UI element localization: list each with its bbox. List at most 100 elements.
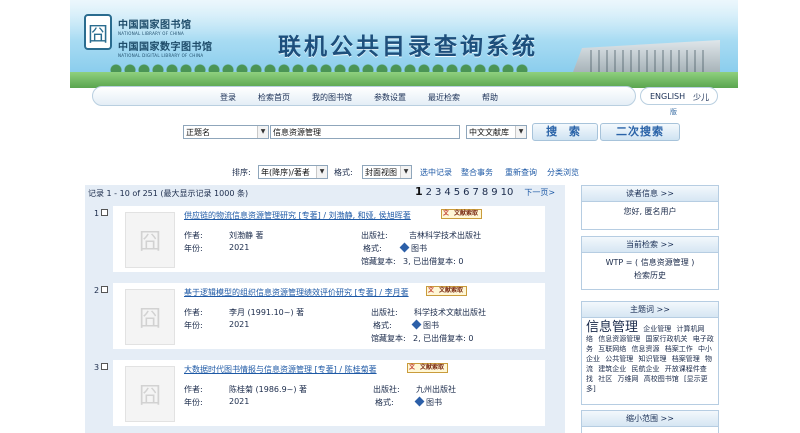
subject-term[interactable]: 公共管理 — [605, 355, 633, 363]
year-label: 年份: — [184, 398, 203, 407]
subject-term[interactable]: 万维网 — [617, 375, 638, 383]
search-field-value: 正题名 — [186, 128, 210, 137]
author-label: 作者: — [184, 231, 203, 240]
year-value: 2021 — [229, 397, 250, 406]
subject-term[interactable]: 信息管理 — [586, 320, 638, 335]
nav-my-library[interactable]: 我的图书馆 — [312, 92, 352, 103]
chevron-down-icon: ▼ — [257, 126, 268, 138]
author-label: 作者: — [184, 385, 203, 394]
current-query-text: WTP = ( 信息资源管理 ) — [605, 258, 695, 267]
subject-term[interactable]: 社区 — [598, 375, 612, 383]
nav-search-home[interactable]: 检索首页 — [258, 92, 290, 103]
lang-children-link-tail[interactable]: 版 — [670, 107, 677, 117]
sort-label: 排序: — [232, 168, 251, 177]
year-value: 2021 — [229, 243, 250, 252]
results-panel: 记录 1 - 10 of 251 (最大显示记录 1000 条) 1 2 3 4… — [85, 185, 565, 433]
record-index: 3 — [94, 363, 100, 372]
format-value: 图书 — [423, 321, 439, 330]
record-card: 囧 供应链的物流信息资源管理研究 [专著] / 刘渤静, 和娅, 侯旭晖著 文献… — [113, 206, 545, 272]
record-checkbox[interactable] — [101, 209, 108, 216]
subject-terms-title[interactable]: 主题词 >> — [582, 302, 718, 318]
record-title-link[interactable]: 供应链的物流信息资源管理研究 [专著] / 刘渤静, 和娅, 侯旭晖著 — [184, 210, 411, 221]
logo-line-1: 中国国家图书馆 — [118, 20, 192, 31]
publisher-label: 出版社: — [371, 308, 398, 317]
record-checkbox[interactable] — [101, 286, 108, 293]
cover-placeholder-icon: 囧 — [125, 212, 175, 268]
subject-term[interactable]: 高校图书馆 — [644, 375, 679, 383]
fulltext-request-button[interactable]: 文献索取 — [407, 363, 449, 373]
language-switcher: ENGLISH 少儿 — [640, 87, 718, 105]
lang-english-link[interactable]: ENGLISH — [650, 92, 685, 101]
format-select[interactable]: 封面视图 ▼ — [362, 165, 412, 179]
subject-term[interactable]: 档案管理 — [672, 355, 700, 363]
nav-settings[interactable]: 参数设置 — [374, 92, 406, 103]
page-6[interactable]: 6 — [463, 187, 469, 198]
page-10[interactable]: 10 — [501, 187, 514, 198]
database-select[interactable]: 中文文献库 ▼ — [466, 125, 527, 139]
holdings-label: 馆藏复本: — [361, 257, 396, 266]
subject-term[interactable]: 知识管理 — [638, 355, 666, 363]
year-value: 2021 — [229, 320, 250, 329]
record-checkbox[interactable] — [101, 363, 108, 370]
search-field-select[interactable]: 正题名 ▼ — [183, 125, 269, 139]
subject-term[interactable]: 信息资源 — [631, 345, 659, 353]
page-9[interactable]: 9 — [491, 187, 497, 198]
header-banner: 囧 中国国家图书馆 NATIONAL LIBRARY OF CHINA 中国国家… — [70, 0, 738, 88]
search-input[interactable]: 信息资源管理 — [270, 125, 460, 139]
nav-login[interactable]: 登录 — [220, 92, 236, 103]
subject-term[interactable]: 国家行政机关 — [645, 335, 687, 343]
holdings-value: 2, 已出借复本: 0 — [413, 334, 474, 343]
subject-term[interactable]: 档案工作 — [665, 345, 693, 353]
record-title-link[interactable]: 大数据时代图书情报与信息资源管理 [专著] / 陈桂菊著 — [184, 364, 377, 375]
subject-cloud: 信息管理 企业管理 计算机网络 信息资源管理 国家行政机关 电子政务 互联网络 … — [582, 318, 718, 399]
library-logo-icon: 囧 — [84, 14, 112, 50]
subject-term[interactable]: 互联网络 — [598, 345, 626, 353]
author-label: 作者: — [184, 308, 203, 317]
page-5[interactable]: 5 — [454, 187, 460, 198]
record-index: 1 — [94, 209, 100, 218]
page-7[interactable]: 7 — [473, 187, 479, 198]
subject-term[interactable]: 企业管理 — [643, 325, 671, 333]
sort-bar: 排序: 年(降序)/著者 ▼ 格式: 封面视图 ▼ 选中记录 整合事务 重新查询… — [0, 165, 800, 181]
year-label: 年份: — [184, 321, 203, 330]
second-search-button[interactable]: 二次搜索 — [600, 123, 680, 141]
requery-link[interactable]: 重新查询 — [505, 167, 537, 178]
page-1[interactable]: 1 — [415, 185, 423, 198]
record-card: 囧 基于逻辑模型的组织信息资源管理绩效评价研究 [专著] / 李月著 文献索取 … — [113, 283, 545, 349]
publisher-value: 九州出版社 — [416, 385, 456, 394]
subject-term[interactable]: 建筑企业 — [598, 365, 626, 373]
format-label: 格式: — [373, 321, 392, 330]
publisher-value: 吉林科学技术出版社 — [409, 231, 481, 240]
page-4[interactable]: 4 — [444, 187, 450, 198]
author-value: 刘渤静 著 — [229, 231, 264, 240]
current-search-title[interactable]: 当前检索 >> — [582, 237, 718, 253]
lang-children-link[interactable]: 少儿 — [693, 92, 709, 103]
format-value: 图书 — [426, 398, 442, 407]
record-title-link[interactable]: 基于逻辑模型的组织信息资源管理绩效评价研究 [专著] / 李月著 — [184, 287, 409, 298]
search-bar: 正题名 ▼ 信息资源管理 中文文献库 ▼ 搜 索 二次搜索 — [0, 122, 800, 142]
next-page-link[interactable]: 下一页> — [524, 187, 555, 198]
merge-link[interactable]: 整合事务 — [461, 167, 493, 178]
reader-info-title[interactable]: 读者信息 >> — [582, 186, 718, 202]
author-value: 李月 (1991.10~) 著 — [229, 308, 305, 317]
page-8[interactable]: 8 — [482, 187, 488, 198]
subject-term[interactable]: 民航企业 — [631, 365, 659, 373]
nav-recent-searches[interactable]: 最近检索 — [428, 92, 460, 103]
narrow-scope-box: 缩小范围 >> — [581, 410, 719, 433]
narrow-scope-title[interactable]: 缩小范围 >> — [582, 411, 718, 427]
reader-info-box: 读者信息 >> 您好, 匿名用户 — [581, 185, 719, 230]
search-button[interactable]: 搜 索 — [532, 123, 598, 141]
chevron-down-icon: ▼ — [400, 166, 411, 178]
publisher-label: 出版社: — [361, 231, 388, 240]
selected-records-link[interactable]: 选中记录 — [420, 167, 452, 178]
sort-select[interactable]: 年(降序)/著者 ▼ — [258, 165, 328, 179]
browse-categories-link[interactable]: 分类浏览 — [547, 167, 579, 178]
fulltext-request-button[interactable]: 文献索取 — [441, 209, 483, 219]
page-3[interactable]: 3 — [435, 187, 441, 198]
fulltext-request-button[interactable]: 文献索取 — [426, 286, 468, 296]
nav-help[interactable]: 帮助 — [482, 92, 498, 103]
subject-term[interactable]: 信息资源管理 — [598, 335, 640, 343]
format-value: 图书 — [411, 244, 427, 253]
search-history-link[interactable]: 检索历史 — [582, 269, 718, 282]
page-2[interactable]: 2 — [426, 187, 432, 198]
